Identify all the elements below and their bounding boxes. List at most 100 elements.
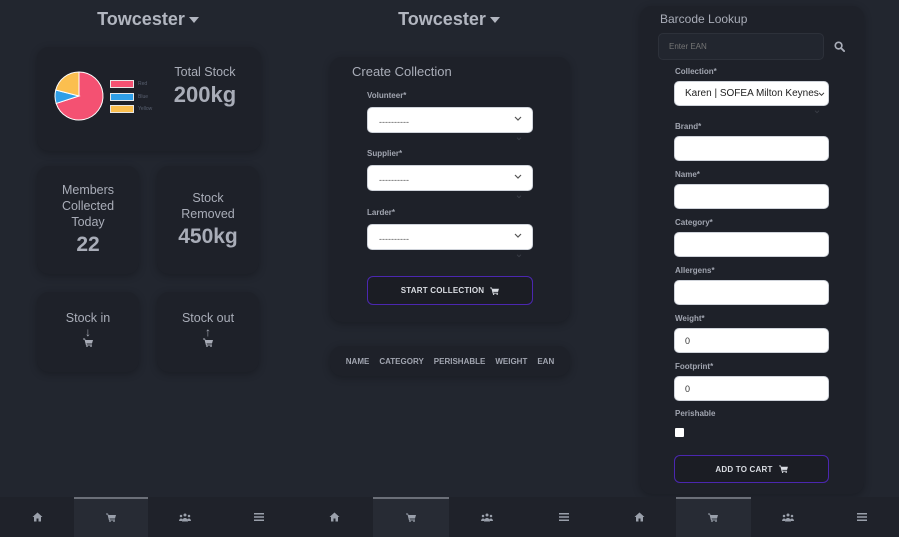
cart-icon	[490, 286, 500, 295]
nav-users[interactable]	[751, 497, 825, 537]
supplier-select[interactable]: ----------	[367, 165, 533, 191]
removed-label-line: Stock	[192, 191, 224, 205]
cart-icon	[405, 513, 416, 522]
volunteer-select[interactable]: ----------	[367, 107, 533, 133]
ean-input[interactable]	[658, 33, 824, 60]
total-stock-value: 200kg	[173, 82, 237, 107]
larder-select[interactable]: ----------	[367, 224, 533, 250]
add-to-cart-label: ADD TO CART	[715, 464, 773, 474]
users-icon	[481, 513, 494, 521]
larder-label: Larder*	[367, 208, 396, 217]
nav-home[interactable]	[296, 497, 373, 537]
members-label-line: Collected	[61, 199, 115, 213]
location-name: Towcester	[398, 9, 486, 29]
weight-value: 0	[685, 335, 691, 346]
chevron-down-icon	[516, 195, 522, 199]
stock-in-button[interactable]: Stock in ↓	[37, 292, 139, 372]
total-stock-card: Red Blue Yellow Total Stock 200kg	[37, 47, 261, 151]
caret-down-icon	[188, 17, 199, 24]
chevron-down-icon	[516, 254, 522, 258]
column-header-weight: WEIGHT	[495, 356, 528, 366]
footprint-value: 0	[685, 383, 691, 394]
legend-label: Yellow	[138, 106, 153, 113]
members-collected-card: Members Collected Today 22	[37, 166, 139, 274]
legend-swatch-red	[110, 80, 134, 89]
location-dropdown[interactable]: Towcester	[0, 9, 296, 30]
total-stock-label: Total Stock	[174, 65, 236, 79]
legend-item-blue: Blue	[110, 91, 152, 104]
cart-icon	[203, 338, 213, 347]
members-label-line: Members	[61, 183, 115, 197]
nav-cart[interactable]	[676, 497, 751, 537]
location-dropdown[interactable]: Towcester	[296, 9, 602, 30]
collection-select[interactable]: Karen | SOFEA Milton Keynes	[674, 81, 829, 106]
legend-item-red: Red	[110, 78, 152, 91]
search-icon[interactable]	[834, 41, 845, 52]
cart-table-header: NAME CATEGORY PERISHABLE WEIGHT EAN	[330, 346, 570, 376]
users-icon	[179, 513, 191, 521]
nav-cart[interactable]	[74, 497, 148, 537]
menu-icon	[856, 513, 867, 521]
nav-home[interactable]	[0, 497, 74, 537]
menu-icon	[254, 513, 264, 521]
pie-legend: Red Blue Yellow	[110, 78, 152, 116]
name-label: Name*	[675, 170, 700, 179]
weight-input[interactable]: 0	[674, 328, 829, 353]
perishable-label: Perishable	[675, 409, 716, 418]
stock-out-button[interactable]: Stock out ↑	[157, 292, 259, 372]
allergens-label: Allergens*	[675, 266, 715, 275]
caret-down-icon	[489, 17, 500, 24]
brand-input[interactable]	[674, 136, 829, 161]
home-icon	[634, 512, 645, 522]
nav-menu[interactable]	[222, 497, 296, 537]
nav-menu[interactable]	[825, 497, 899, 537]
legend-item-yellow: Yellow	[110, 103, 152, 116]
column-header-name: NAME	[345, 356, 370, 366]
bottom-nav	[296, 497, 602, 537]
nav-users[interactable]	[148, 497, 222, 537]
cart-icon	[708, 513, 719, 522]
create-collection-screen: Towcester Create Collection Volunteer* -…	[296, 0, 602, 537]
legend-label: Blue	[138, 93, 149, 100]
total-stock-stat: Total Stock 200kg	[165, 64, 245, 108]
chevron-down-icon	[818, 92, 825, 97]
stock-removed-value: 450kg	[178, 225, 238, 248]
cart-icon	[778, 465, 788, 473]
perishable-checkbox[interactable]	[675, 428, 684, 437]
removed-label-line: Removed	[181, 207, 235, 221]
members-collected-value: 22	[76, 233, 100, 256]
brand-label: Brand*	[675, 122, 702, 131]
create-collection-title: Create Collection	[352, 64, 452, 79]
column-header-ean: EAN	[537, 356, 555, 366]
barcode-lookup-title: Barcode Lookup	[660, 12, 748, 26]
volunteer-label: Volunteer*	[367, 91, 407, 100]
legend-swatch-blue	[110, 92, 134, 101]
chevron-down-icon	[514, 116, 522, 121]
allergens-input[interactable]	[674, 280, 829, 305]
nav-home[interactable]	[602, 497, 676, 537]
arrow-up-icon: ↑	[205, 325, 211, 339]
collection-label: Collection*	[675, 67, 717, 76]
stock-removed-card: Stock Removed 450kg	[157, 166, 259, 274]
chevron-down-icon	[814, 110, 820, 114]
barcode-lookup-card: Barcode Lookup Collection* Karen | SOFEA…	[640, 6, 864, 494]
weight-label: Weight*	[675, 314, 705, 323]
supplier-label: Supplier*	[367, 149, 403, 158]
stock-out-label: Stock out	[181, 311, 235, 325]
legend-label: Red	[138, 81, 148, 88]
bottom-nav	[0, 497, 296, 537]
category-input[interactable]	[674, 232, 829, 257]
footprint-input[interactable]: 0	[674, 376, 829, 401]
create-collection-card: Create Collection Volunteer* ---------- …	[330, 57, 570, 322]
menu-icon	[558, 513, 569, 521]
nav-cart[interactable]	[372, 497, 449, 537]
collection-value: Karen | SOFEA Milton Keynes	[685, 88, 819, 99]
stock-pie-chart	[54, 71, 104, 121]
start-collection-button[interactable]: START COLLECTION	[367, 276, 533, 305]
add-to-cart-button[interactable]: ADD TO CART	[674, 455, 829, 483]
nav-menu[interactable]	[526, 497, 603, 537]
nav-users[interactable]	[449, 497, 526, 537]
stock-in-label: Stock in	[65, 311, 111, 325]
name-input[interactable]	[674, 184, 829, 209]
barcode-lookup-screen: Barcode Lookup Collection* Karen | SOFEA…	[602, 0, 899, 537]
